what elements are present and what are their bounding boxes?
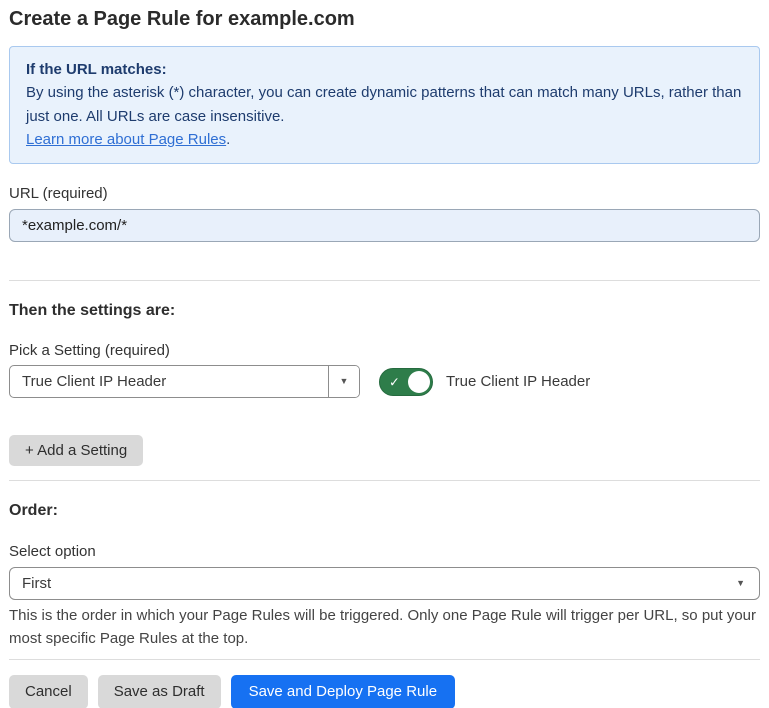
pick-setting-label: Pick a Setting (required) — [9, 342, 760, 359]
setting-select-arrow-button[interactable]: ▼ — [328, 366, 359, 397]
order-help-text: This is the order in which your Page Rul… — [9, 604, 760, 651]
info-box-link-row: Learn more about Page Rules. — [26, 128, 743, 151]
section-divider — [9, 480, 760, 481]
setting-select-value: True Client IP Header — [10, 373, 328, 390]
check-icon: ✓ — [389, 375, 400, 388]
url-field-label: URL (required) — [9, 185, 760, 202]
cancel-button[interactable]: Cancel — [9, 675, 88, 708]
info-box-heading: If the URL matches: — [26, 58, 743, 81]
order-select-label: Select option — [9, 543, 760, 560]
order-select-value: First — [22, 575, 51, 592]
setting-row: True Client IP Header ▼ ✓ True Client IP… — [9, 365, 760, 398]
chevron-down-icon: ▼ — [736, 579, 745, 588]
order-select-dropdown[interactable]: First ▼ — [9, 567, 760, 600]
true-client-ip-toggle[interactable]: ✓ — [379, 368, 433, 396]
settings-section-heading: Then the settings are: — [9, 302, 760, 320]
toggle-knob — [408, 371, 430, 393]
setting-select-dropdown[interactable]: True Client IP Header ▼ — [9, 365, 360, 398]
toggle-label: True Client IP Header — [446, 373, 590, 390]
add-setting-button[interactable]: + Add a Setting — [9, 435, 143, 466]
url-match-info-box: If the URL matches: By using the asteris… — [9, 46, 760, 164]
section-divider — [9, 280, 760, 281]
save-as-draft-button[interactable]: Save as Draft — [98, 675, 221, 708]
footer-button-row: Cancel Save as Draft Save and Deploy Pag… — [9, 675, 760, 708]
link-suffix: . — [226, 131, 230, 148]
chevron-down-icon: ▼ — [340, 377, 349, 386]
info-box-body: By using the asterisk (*) character, you… — [26, 81, 743, 128]
create-page-rule-form: Create a Page Rule for example.com If th… — [0, 0, 769, 708]
save-and-deploy-button[interactable]: Save and Deploy Page Rule — [231, 675, 455, 708]
order-section-heading: Order: — [9, 502, 760, 520]
url-input[interactable] — [9, 209, 760, 242]
page-title: Create a Page Rule for example.com — [9, 6, 760, 32]
footer-divider — [9, 659, 760, 660]
learn-more-link[interactable]: Learn more about Page Rules — [26, 131, 226, 148]
